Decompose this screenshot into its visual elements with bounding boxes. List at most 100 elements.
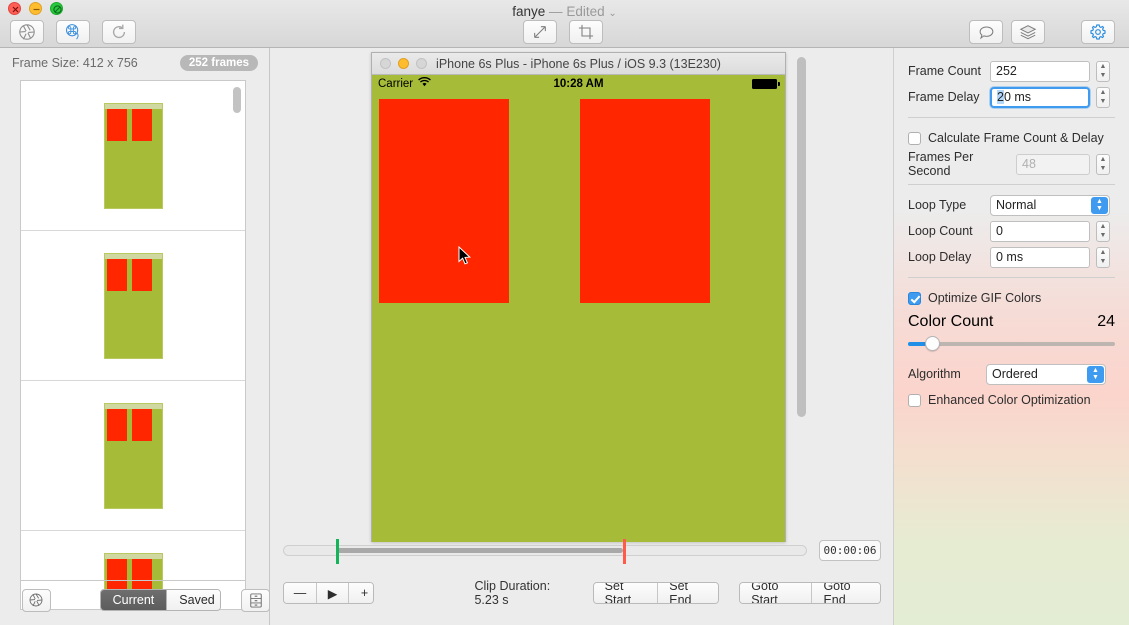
battery-icon <box>752 79 780 89</box>
enhanced-color-optimization-checkbox[interactable] <box>908 393 921 407</box>
stepper-up-icon[interactable]: ▲ <box>1100 223 1107 230</box>
document-edited-state: Edited <box>566 4 605 19</box>
refresh-icon-button[interactable] <box>102 20 136 44</box>
loop-count-stepper[interactable]: ▲ ▼ <box>1096 220 1110 242</box>
chevron-updown-icon[interactable]: ▲ ▼ <box>1087 365 1104 383</box>
stepper-up-icon[interactable]: ▲ <box>1100 89 1107 96</box>
play-button[interactable]: ▶ <box>316 583 348 603</box>
stepper-down-icon[interactable]: ▼ <box>1100 258 1107 265</box>
stepper-up-icon[interactable]: ▲ <box>1100 156 1107 163</box>
calculate-checkbox[interactable] <box>908 131 921 145</box>
goto-end-button[interactable]: Goto End <box>811 583 880 603</box>
timeline-end-marker[interactable] <box>623 538 627 564</box>
algorithm-label: Algorithm <box>908 367 961 381</box>
aperture-icon <box>19 24 35 40</box>
toolbar-left-group <box>10 20 136 44</box>
clip-duration-label: Clip Duration: 5.23 s <box>474 579 551 607</box>
frame-thumbnail-item[interactable] <box>21 231 245 381</box>
thumbnail-red-rect-right <box>131 108 152 141</box>
fps-label: Frames Per Second <box>908 150 974 178</box>
segment-saved[interactable]: Saved <box>166 590 221 610</box>
current-saved-segmented-control[interactable]: Current Saved <box>99 589 222 611</box>
frame-size-label: Frame Size: 412 x 756 <box>12 56 138 70</box>
crop-icon-button[interactable] <box>569 20 603 44</box>
stepper-up-icon[interactable]: ▲ <box>1100 63 1107 70</box>
frame-thumbnail-item[interactable] <box>21 81 245 231</box>
aperture-icon-button[interactable] <box>10 20 44 44</box>
red-rectangle-right[interactable] <box>580 99 710 303</box>
red-rectangle-left[interactable] <box>379 99 509 303</box>
set-end-button[interactable]: Set End <box>657 583 719 603</box>
preview-scrollbar-thumb[interactable] <box>797 57 806 417</box>
drawer-icon-button[interactable] <box>241 588 270 612</box>
frame-thumbnail-list[interactable] <box>20 80 246 610</box>
optimize-gif-colors-label: Optimize GIF Colors <box>928 291 1042 305</box>
frame-delay-input[interactable]: 20 ms <box>990 86 1090 108</box>
frame-delay-stepper[interactable]: ▲ ▼ <box>1096 86 1110 108</box>
step-forward-button[interactable]: + <box>348 583 374 603</box>
stepper-down-icon[interactable]: ▼ <box>1100 165 1107 172</box>
set-range-button-group[interactable]: Set Start Set End <box>592 582 720 604</box>
simulator-status-bar: Carrier 10:28 AM <box>372 75 785 93</box>
gear-icon <box>1090 24 1106 40</box>
sidebar-bottom-bar: Current Saved <box>0 585 270 615</box>
timeline-slider[interactable] <box>283 538 807 564</box>
settings-panel: Frame Count 252 ▲ ▼ Frame Delay 20 ms ▲ ▼ … <box>893 48 1129 625</box>
stepper-up-icon[interactable]: ▲ <box>1100 249 1107 256</box>
algorithm-row: Algorithm Ordered ▲ ▼ <box>908 361 1115 387</box>
loop-type-select[interactable]: Normal ▲ ▼ <box>990 194 1110 216</box>
loop-type-value: Normal <box>996 198 1037 212</box>
segment-current[interactable]: Current <box>100 590 167 610</box>
stepper-down-icon[interactable]: ▼ <box>1100 232 1107 239</box>
loop-delay-label: Loop Delay <box>908 250 972 264</box>
optimize-gif-colors-checkbox[interactable] <box>908 291 921 305</box>
thumbnail-red-rect-right <box>131 258 152 291</box>
resize-icon-button[interactable] <box>523 20 557 44</box>
slider-thumb[interactable] <box>924 336 940 351</box>
set-start-button[interactable]: Set Start <box>593 583 658 603</box>
loop-delay-stepper[interactable]: ▲ ▼ <box>1096 246 1110 268</box>
transport-button-group[interactable]: — ▶ + <box>283 582 375 604</box>
frame-thumbnail-preview <box>103 402 163 509</box>
frame-count-stepper[interactable]: ▲ ▼ <box>1096 60 1110 82</box>
preview-window-title: iPhone 6s Plus - iPhone 6s Plus / iOS 9.… <box>436 56 721 71</box>
stepper-down-icon[interactable]: ▼ <box>1100 72 1107 79</box>
loop-delay-input[interactable]: 0 ms <box>990 246 1090 268</box>
drawer-icon <box>249 592 262 608</box>
algorithm-select[interactable]: Ordered ▲ ▼ <box>986 363 1106 385</box>
comment-icon-button[interactable] <box>969 20 1003 44</box>
aperture-bottom-button[interactable] <box>22 588 51 612</box>
crop-icon <box>578 24 594 40</box>
step-back-button[interactable]: — <box>284 583 316 603</box>
loop-type-row: Loop Type Normal ▲ ▼ <box>908 192 1115 218</box>
loop-count-input[interactable]: 0 <box>990 220 1090 242</box>
fps-stepper[interactable]: ▲ ▼ <box>1096 153 1110 175</box>
refresh-icon <box>112 24 126 39</box>
timeline-start-marker[interactable] <box>336 538 340 564</box>
color-count-label: Color Count <box>908 313 994 330</box>
frame-delay-rest-text: 0 ms <box>1003 90 1032 104</box>
stepper-down-icon[interactable]: ▼ <box>1100 98 1107 105</box>
frame-count-input[interactable]: 252 <box>990 60 1090 82</box>
frame-list-scrollbar-thumb[interactable] <box>233 87 241 113</box>
optimize-row[interactable]: Optimize GIF Colors <box>908 285 1115 311</box>
chevron-updown-icon[interactable]: ▲ ▼ <box>1091 196 1108 214</box>
chevron-down-icon[interactable]: ⌄ <box>608 8 616 19</box>
enhanced-row[interactable]: Enhanced Color Optimization <box>908 387 1115 413</box>
enhanced-color-optimization-label: Enhanced Color Optimization <box>928 393 1091 407</box>
color-count-row: Color Count 24 <box>908 311 1115 333</box>
calculate-row[interactable]: Calculate Frame Count & Delay <box>908 125 1115 151</box>
thumbnail-red-rect-right <box>131 408 152 441</box>
goto-button-group[interactable]: Goto Start Goto End <box>739 582 881 604</box>
layers-icon-button[interactable] <box>1011 20 1045 44</box>
color-count-slider[interactable] <box>908 335 1115 353</box>
goto-start-button[interactable]: Goto Start <box>740 583 812 603</box>
frame-list-scrollbar[interactable] <box>232 83 243 609</box>
sidebar-header: Frame Size: 412 x 756 252 frames <box>0 48 270 78</box>
simulator-screen[interactable]: Carrier 10:28 AM <box>372 75 785 542</box>
film-reel-icon-button[interactable] <box>56 20 90 44</box>
fps-input[interactable]: 48 <box>1016 153 1090 175</box>
frame-thumbnail-item[interactable] <box>21 381 245 531</box>
gear-icon-button[interactable] <box>1081 20 1115 44</box>
timeline-selected-range <box>336 547 624 553</box>
